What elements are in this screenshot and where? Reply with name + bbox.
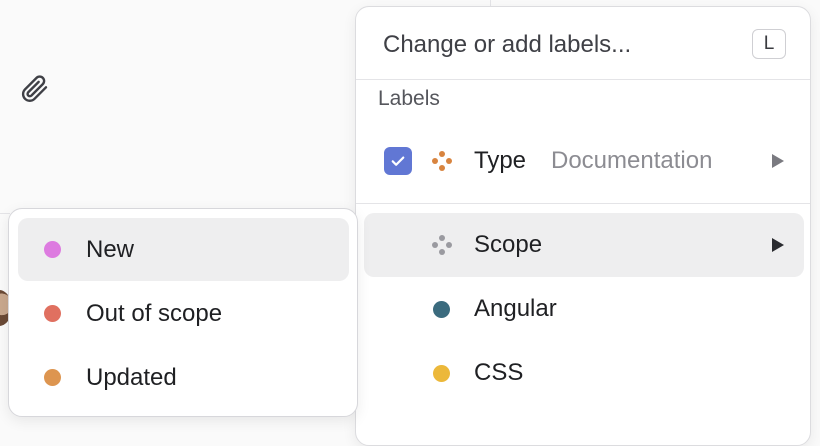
menu-divider (356, 203, 810, 204)
item-label: Type (474, 147, 527, 174)
checkbox-checked[interactable] (384, 147, 412, 175)
chevron-right-icon (772, 238, 784, 252)
section-title: Labels (378, 87, 440, 110)
item-value: Documentation (551, 147, 713, 174)
labels-menu: L Labels Type Documentation Scope Angul (355, 6, 811, 446)
label-item-scope[interactable]: Scope (364, 213, 804, 277)
submenu-item-new[interactable]: New (18, 218, 349, 281)
label-search-input[interactable] (383, 27, 743, 63)
submenu-item-updated[interactable]: Updated (18, 346, 349, 409)
color-dot-icon (44, 305, 61, 322)
item-label: Updated (86, 363, 177, 391)
color-dot-icon (44, 369, 61, 386)
submenu-item-out-of-scope[interactable]: Out of scope (18, 282, 349, 345)
label-group-icon (432, 151, 452, 171)
color-dot-icon (433, 364, 450, 382)
color-dot-icon (44, 241, 61, 258)
chevron-right-icon (772, 154, 784, 168)
item-label: Scope (474, 231, 543, 258)
item-label: CSS (474, 359, 524, 386)
check-icon (391, 156, 405, 166)
label-item-type[interactable]: Type Documentation (364, 129, 804, 193)
background-divider (0, 213, 10, 214)
label-item-angular[interactable]: Angular (364, 277, 804, 341)
scope-submenu: New Out of scope Updated (8, 208, 358, 417)
item-label: Angular (474, 295, 557, 322)
item-label: Out of scope (86, 299, 223, 327)
label-item-css[interactable]: CSS (364, 341, 804, 405)
label-group-icon (432, 235, 452, 255)
shortcut-key: L (752, 29, 786, 59)
paperclip-icon[interactable] (18, 72, 50, 104)
item-label: New (86, 235, 135, 263)
search-row: L (356, 7, 810, 80)
color-dot-icon (433, 300, 450, 318)
